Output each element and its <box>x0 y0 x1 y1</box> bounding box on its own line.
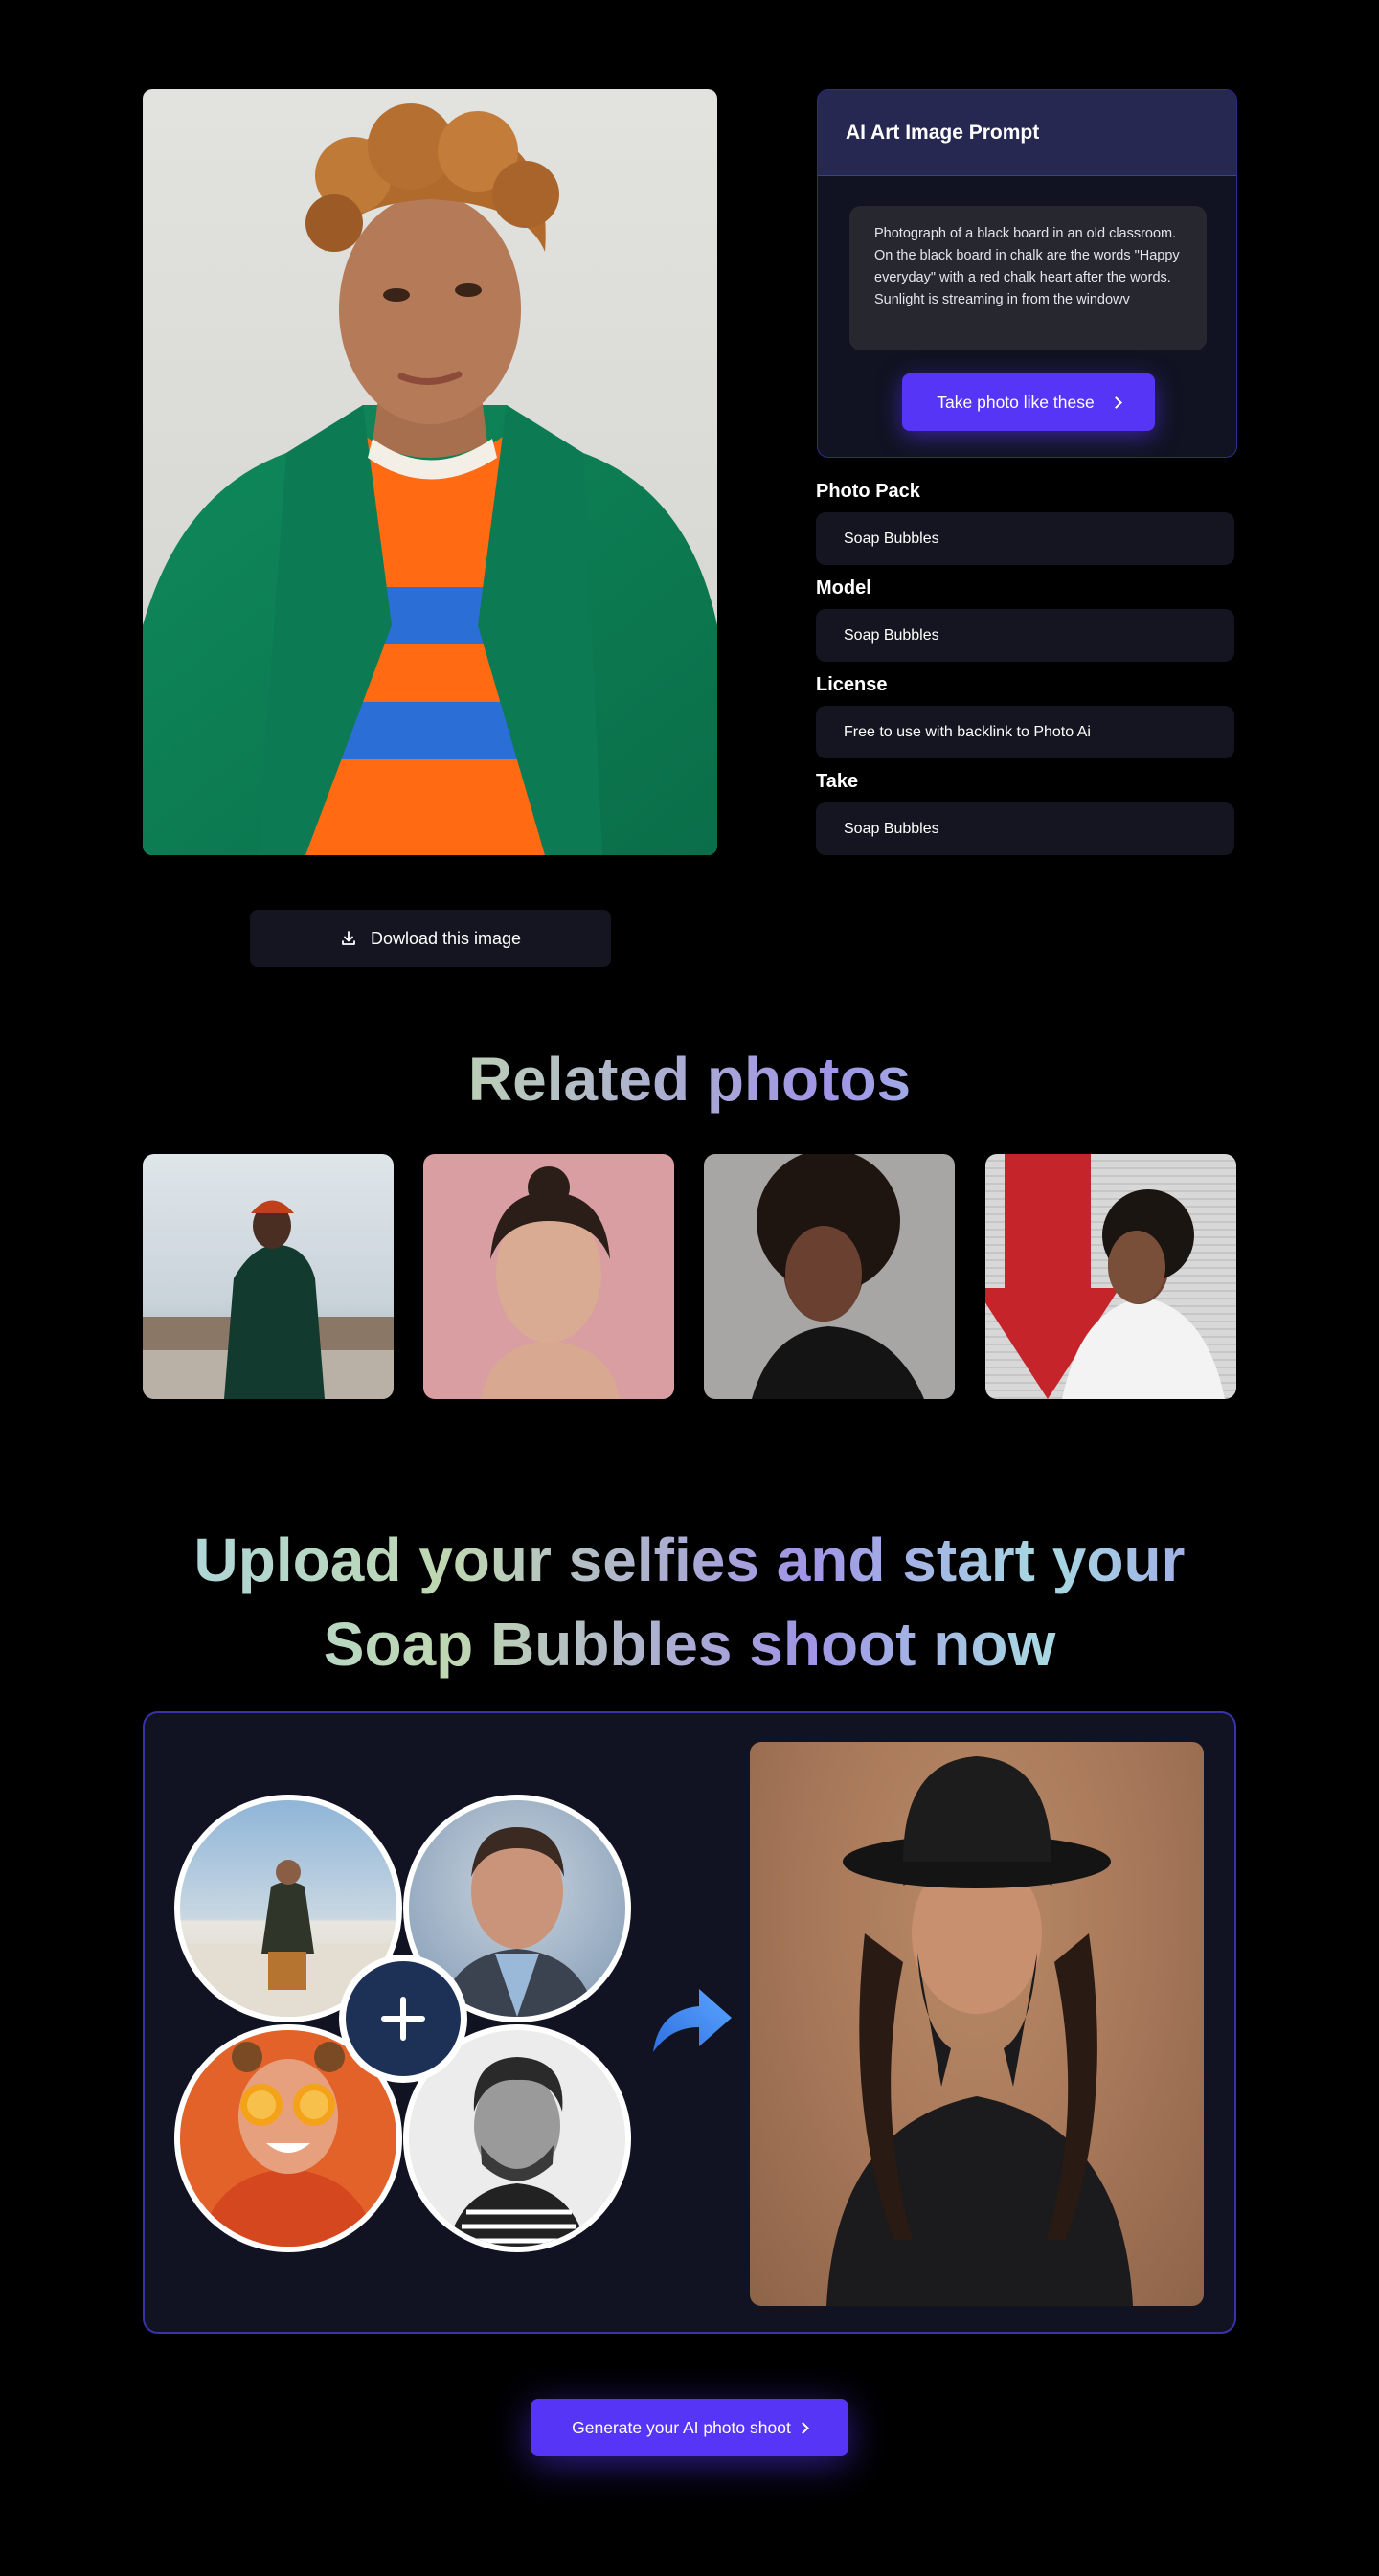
chevron-right-icon <box>1109 395 1122 409</box>
related-photos-title: Related photos <box>0 1044 1379 1115</box>
license-field[interactable]: Free to use with backlink to Photo Ai <box>816 706 1234 758</box>
plus-icon <box>381 1997 425 2041</box>
result-photo <box>750 1742 1204 2306</box>
upload-title: Upload your selfies and start your Soap … <box>96 1518 1283 1686</box>
photo-pack-field[interactable]: Soap Bubbles <box>816 512 1234 565</box>
curved-arrow-icon <box>653 1989 732 2052</box>
related-photo-4-image <box>985 1154 1225 1399</box>
related-photo-2-image <box>481 1166 620 1399</box>
model-label: Model <box>816 577 871 599</box>
download-icon <box>342 931 355 945</box>
main-photo <box>143 89 717 855</box>
prompt-text: Photograph of a black board in an old cl… <box>849 206 1207 350</box>
related-photo-2[interactable] <box>423 1154 674 1399</box>
add-selfie-button[interactable] <box>339 1955 467 2083</box>
related-photo-3-image <box>752 1154 924 1399</box>
download-button[interactable]: Dowload this image <box>250 910 611 967</box>
download-button-label: Dowload this image <box>370 928 522 948</box>
take-photo-button[interactable]: Take photo like these <box>902 373 1155 431</box>
related-photo-1[interactable] <box>143 1154 394 1399</box>
take-field[interactable]: Soap Bubbles <box>816 802 1234 855</box>
take-photo-button-label: Take photo like these <box>937 392 1095 412</box>
take-label: Take <box>816 771 859 792</box>
chevron-right-icon <box>796 2421 809 2434</box>
result-photo-image <box>826 1756 1133 2306</box>
license-label: License <box>816 674 888 695</box>
prompt-card: AI Art Image Prompt Photograph of a blac… <box>817 89 1237 458</box>
related-photo-1-image <box>143 1200 394 1399</box>
upload-title-line-1: Upload your selfies and start your <box>193 1525 1186 1594</box>
model-field[interactable]: Soap Bubbles <box>816 609 1234 662</box>
prompt-card-title: AI Art Image Prompt <box>818 90 1236 176</box>
photo-pack-label: Photo Pack <box>816 481 920 502</box>
upload-title-line-2: Soap Bubbles shoot now <box>323 1610 1056 1679</box>
related-photo-4[interactable] <box>985 1154 1236 1399</box>
generate-photoshoot-button[interactable]: Generate your AI photo shoot <box>531 2399 848 2456</box>
generate-button-label: Generate your AI photo shoot <box>572 2417 791 2437</box>
portrait-illustration <box>143 103 717 855</box>
related-photo-3[interactable] <box>704 1154 955 1399</box>
upload-card <box>143 1711 1236 2334</box>
